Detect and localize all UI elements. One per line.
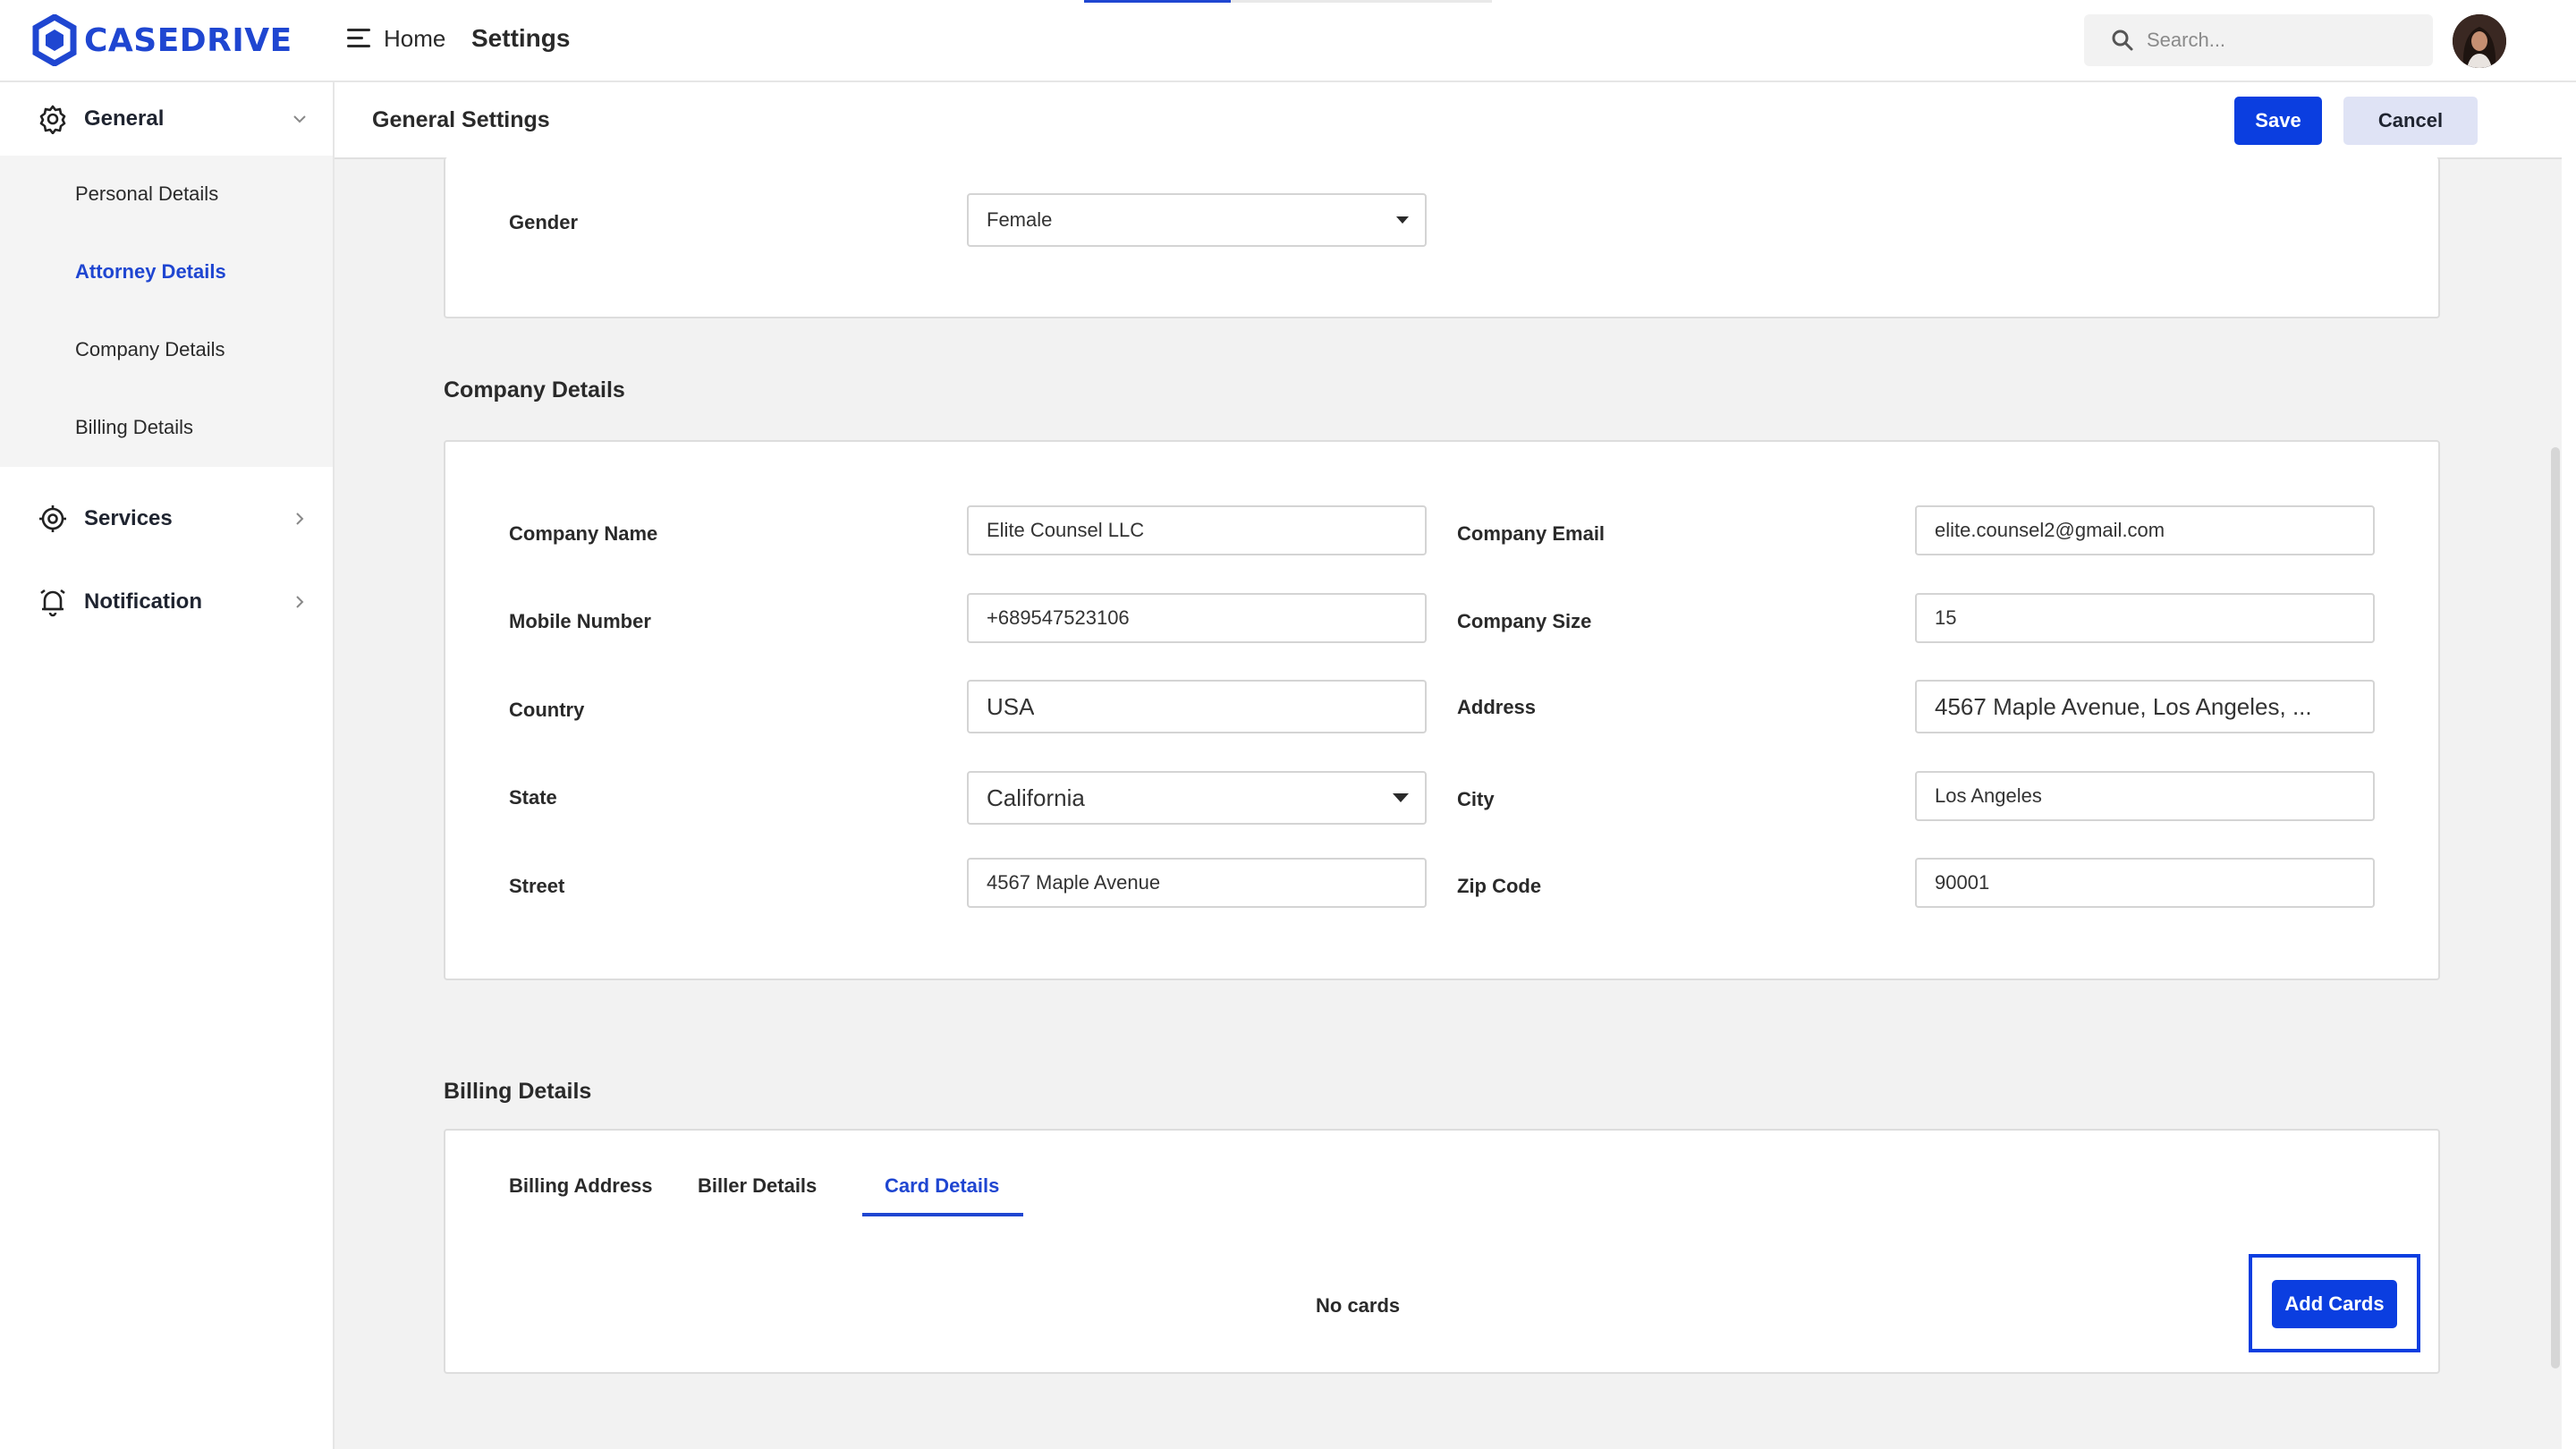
save-button[interactable]: Save	[2234, 97, 2322, 145]
gender-value: Female	[987, 208, 1053, 231]
company-details-title: Company Details	[444, 377, 625, 402]
sidebar-group-services[interactable]: Services	[0, 482, 333, 555]
company-name-value: Elite Counsel LLC	[987, 519, 1145, 541]
search-input[interactable]	[2147, 29, 2415, 52]
gear-icon	[39, 105, 66, 134]
sidebar-item-company-details[interactable]: Company Details	[75, 338, 225, 361]
company-email-label: Company Email	[1457, 522, 1606, 545]
tab-billing-address[interactable]: Billing Address	[509, 1174, 653, 1198]
attorney-details-panel	[444, 157, 2440, 318]
address-value: 4567 Maple Avenue, Los Angeles, ...	[1935, 692, 2312, 720]
page-load-progress-fill	[1084, 0, 1232, 3]
tab-biller-details[interactable]: Biller Details	[698, 1174, 817, 1198]
services-gear-icon	[39, 505, 66, 532]
page-title: General Settings	[372, 107, 550, 132]
menu-icon[interactable]	[347, 29, 370, 50]
active-tab-underline	[862, 1213, 1023, 1216]
sidebar-group-label: General	[84, 106, 165, 131]
search-icon	[2112, 30, 2133, 51]
sidebar-item-billing-details[interactable]: Billing Details	[75, 416, 193, 439]
search-box[interactable]	[2084, 14, 2433, 66]
sidebar-item-personal-details[interactable]: Personal Details	[75, 182, 218, 206]
billing-details-title: Billing Details	[444, 1079, 592, 1104]
company-email-input[interactable]: elite.counsel2@gmail.com	[1915, 505, 2375, 555]
city-value: Los Angeles	[1935, 784, 2042, 807]
country-value: USA	[987, 692, 1035, 720]
city-input[interactable]: Los Angeles	[1915, 771, 2375, 821]
gender-select[interactable]: Female	[967, 193, 1427, 247]
state-select[interactable]: California	[967, 771, 1427, 825]
casedrive-logo-icon	[32, 14, 77, 66]
bell-icon	[40, 589, 65, 617]
casedrive-logo[interactable]: CASEDRIVE	[32, 13, 292, 68]
sidebar-item-attorney-details[interactable]: Attorney Details	[75, 260, 226, 284]
chevron-right-icon	[296, 596, 304, 608]
tab-card-details[interactable]: Card Details	[885, 1174, 999, 1198]
zip-code-input[interactable]: 90001	[1915, 858, 2375, 908]
user-photo-icon	[2453, 14, 2506, 68]
street-input[interactable]: 4567 Maple Avenue	[967, 858, 1427, 908]
company-size-label: Company Size	[1457, 610, 1592, 632]
street-label: Street	[509, 875, 565, 897]
address-input[interactable]: 4567 Maple Avenue, Los Angeles, ...	[1915, 680, 2375, 733]
sidebar-group-label: Services	[84, 506, 173, 530]
breadcrumb-home[interactable]: Home	[384, 25, 445, 53]
country-label: Country	[509, 699, 585, 721]
address-label: Address	[1457, 696, 1537, 718]
sidebar-subnav-general: Personal Details Attorney Details Compan…	[0, 156, 333, 467]
billing-details-panel	[444, 1129, 2440, 1374]
state-value: California	[987, 784, 1085, 811]
company-name-label: Company Name	[509, 522, 658, 545]
chevron-down-icon	[293, 115, 306, 123]
company-size-input[interactable]: 15	[1915, 593, 2375, 643]
company-email-value: elite.counsel2@gmail.com	[1935, 519, 2165, 541]
page-scrollbar-track[interactable]	[2562, 82, 2576, 1449]
state-label: State	[509, 786, 557, 809]
mobile-number-input[interactable]: +689547523106	[967, 593, 1427, 643]
brand-name: CASEDRIVE	[84, 21, 292, 59]
mobile-number-value: +689547523106	[987, 606, 1130, 629]
company-size-value: 15	[1935, 606, 1957, 629]
sidebar-group-notification[interactable]: Notification	[0, 565, 333, 639]
zip-code-label: Zip Code	[1457, 875, 1542, 897]
sidebar: General Personal Details Attorney Detail…	[0, 82, 335, 1449]
caret-down-icon	[1393, 793, 1409, 802]
no-cards-message: No cards	[1316, 1294, 1401, 1317]
page-scrollbar-thumb[interactable]	[2551, 447, 2560, 1368]
country-input[interactable]: USA	[967, 680, 1427, 733]
cancel-button[interactable]: Cancel	[2343, 97, 2478, 145]
mobile-number-label: Mobile Number	[509, 610, 651, 632]
city-label: City	[1457, 788, 1495, 810]
add-cards-button[interactable]: Add Cards	[2272, 1280, 2397, 1328]
content-header: General Settings Save Cancel	[335, 82, 2562, 159]
page-load-progress	[1084, 0, 1492, 3]
breadcrumb-current: Settings	[471, 24, 571, 52]
avatar[interactable]	[2453, 14, 2506, 68]
sidebar-group-general[interactable]: General	[0, 82, 333, 156]
top-bar: CASEDRIVE Home Settings	[0, 0, 2576, 82]
street-value: 4567 Maple Avenue	[987, 871, 1161, 894]
zip-code-value: 90001	[1935, 871, 1990, 894]
caret-down-icon	[1396, 216, 1409, 224]
gender-label: Gender	[509, 211, 579, 233]
company-name-input[interactable]: Elite Counsel LLC	[967, 505, 1427, 555]
chevron-right-icon	[296, 513, 304, 525]
sidebar-group-label: Notification	[84, 589, 202, 614]
